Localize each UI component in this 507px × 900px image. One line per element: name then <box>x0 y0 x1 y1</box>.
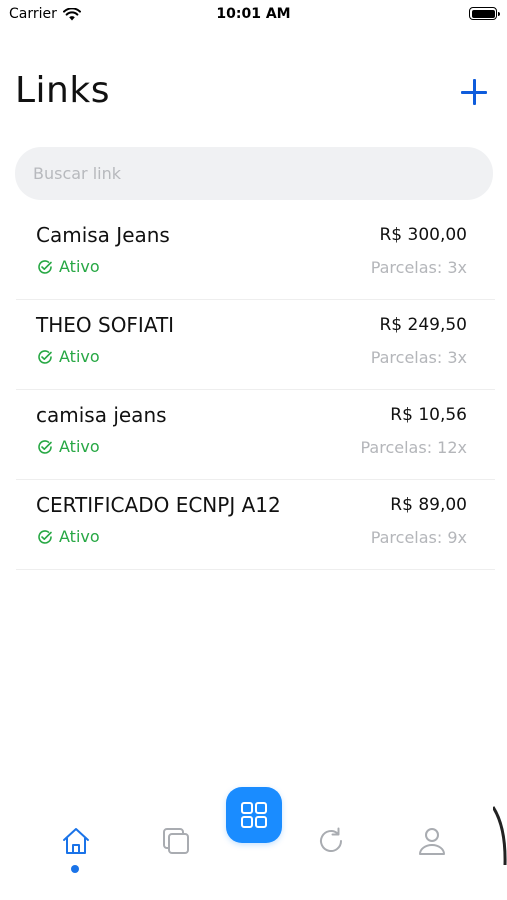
link-list: Camisa Jeans R$ 300,00 Ativo Parcelas: 3… <box>16 210 495 570</box>
installments-label: Parcelas: 9x <box>370 528 467 547</box>
installments-label: Parcelas: 3x <box>370 348 467 367</box>
status-label: Ativo <box>59 527 100 546</box>
status-label: Ativo <box>59 257 100 276</box>
check-circle-icon <box>38 349 52 364</box>
link-title: Camisa Jeans <box>36 223 170 247</box>
status-badge: Ativo <box>37 437 100 456</box>
list-item[interactable]: CERTIFICADO ECNPJ A12 R$ 89,00 Ativo Par… <box>16 480 495 570</box>
grid-icon <box>241 802 267 828</box>
nav-home-button[interactable] <box>60 825 92 857</box>
link-title: camisa jeans <box>36 403 167 427</box>
refresh-icon <box>320 827 342 852</box>
status-badge: Ativo <box>37 257 100 276</box>
edge-decoration <box>493 806 507 865</box>
link-title: CERTIFICADO ECNPJ A12 <box>36 493 281 517</box>
grid-menu-button[interactable] <box>226 787 282 843</box>
status-badge: Ativo <box>37 347 100 366</box>
status-label: Ativo <box>59 437 100 456</box>
check-circle-icon <box>38 259 52 274</box>
status-badge: Ativo <box>37 527 100 546</box>
nav-refresh-button[interactable] <box>315 825 347 857</box>
active-indicator <box>71 865 79 873</box>
battery-icon <box>469 7 500 20</box>
check-circle-icon <box>38 439 52 454</box>
list-item[interactable]: camisa jeans R$ 10,56 Ativo Parcelas: 12… <box>16 390 495 480</box>
link-price: R$ 89,00 <box>390 495 467 515</box>
search-input[interactable] <box>15 147 493 200</box>
status-label: Ativo <box>59 347 100 366</box>
link-title: THEO SOFIATI <box>36 313 175 337</box>
list-item[interactable]: Camisa Jeans R$ 300,00 Ativo Parcelas: 3… <box>16 210 495 300</box>
list-item[interactable]: THEO SOFIATI R$ 249,50 Ativo Parcelas: 3… <box>16 300 495 390</box>
home-icon <box>63 828 89 854</box>
user-icon <box>419 828 445 855</box>
status-time: 10:01 AM <box>216 6 291 22</box>
nav-copy-button[interactable] <box>160 825 192 857</box>
installments-label: Parcelas: 12x <box>360 438 468 457</box>
link-price: R$ 10,56 <box>390 405 467 425</box>
check-circle-icon <box>38 529 52 544</box>
add-link-button[interactable] <box>460 78 488 106</box>
copy-icon <box>163 828 189 854</box>
page-title: Links <box>15 70 110 111</box>
link-price: R$ 300,00 <box>379 225 467 245</box>
link-price: R$ 249,50 <box>379 315 467 335</box>
installments-label: Parcelas: 3x <box>370 258 467 277</box>
nav-profile-button[interactable] <box>416 825 448 857</box>
status-bar: Carrier 10:01 AM <box>0 0 507 28</box>
